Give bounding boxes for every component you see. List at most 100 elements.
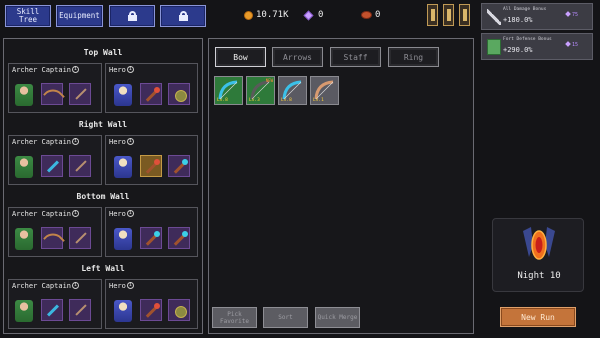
night-card: Night 10	[492, 218, 584, 292]
archer-slot[interactable]: Archer Captain i	[8, 207, 102, 257]
weapon-slot[interactable]	[41, 227, 63, 249]
info-icon[interactable]: i	[72, 282, 80, 289]
equipment-button[interactable]: Equipment	[56, 5, 103, 27]
tab-ring[interactable]: Ring	[388, 47, 439, 67]
info-icon[interactable]: i	[72, 138, 80, 145]
weapon-slot[interactable]	[41, 299, 63, 321]
bonus-value: +180.0%	[503, 16, 533, 24]
weapon-slot[interactable]	[41, 155, 63, 177]
bonus-card-defense[interactable]: Fort Defense Bonus +290.0% 15	[481, 33, 593, 60]
menu-button-1[interactable]	[427, 4, 438, 26]
weapon-slot[interactable]	[41, 83, 63, 105]
hero-unit-icon	[114, 156, 132, 178]
archer-label: Archer Captain i	[12, 282, 80, 290]
archer-slot[interactable]: Archer Captain i	[8, 135, 102, 185]
weapon-slot[interactable]	[140, 83, 162, 105]
skill-tree-button[interactable]: Skill Tree	[5, 5, 51, 27]
info-icon[interactable]: i	[72, 66, 80, 73]
coin-counter: 10.71K	[244, 10, 289, 20]
info-icon[interactable]: i	[126, 138, 134, 145]
info-icon[interactable]: i	[126, 282, 134, 289]
bonus-cost: 75	[565, 11, 578, 18]
inventory-item[interactable]: Lv.1	[310, 76, 339, 105]
bonus-value: +290.0%	[503, 46, 533, 54]
inventory-item[interactable]: Lv.8	[214, 76, 243, 105]
locked-button-2[interactable]	[160, 5, 206, 27]
level-badge: Lv.3	[249, 98, 260, 103]
hero-slot[interactable]: Hero i	[105, 279, 198, 329]
accessory-slot[interactable]	[168, 155, 190, 177]
meat-icon	[361, 11, 372, 19]
tab-staff[interactable]: Staff	[330, 47, 381, 67]
coin-icon	[244, 10, 253, 20]
bonus-cost: 15	[565, 41, 578, 48]
archer-slot[interactable]: Archer Captain i	[8, 279, 102, 329]
bonus-title: All Damage Bonus	[503, 7, 547, 12]
bonus-title: Fort Defense Bonus	[503, 37, 552, 42]
archer-label: Archer Captain i	[12, 66, 80, 74]
hero-unit-icon	[114, 84, 132, 106]
weapon-slot[interactable]	[140, 155, 162, 177]
hero-label: Hero i	[109, 138, 134, 146]
accessory-slot[interactable]	[168, 83, 190, 105]
hero-label: Hero i	[109, 282, 134, 290]
fort-icon	[487, 39, 501, 55]
quick-merge-button[interactable]: Quick Merge	[315, 307, 360, 328]
weapon-slot[interactable]	[140, 299, 162, 321]
portal-icon	[523, 227, 555, 260]
level-badge: Lv.1	[313, 98, 324, 103]
archer-unit-icon	[15, 156, 33, 178]
gem-counter: 0	[303, 10, 324, 20]
level-badge: Lv.8	[217, 98, 228, 103]
inventory-item[interactable]: Lv.8	[278, 76, 307, 105]
archer-label: Archer Captain i	[12, 210, 80, 218]
locked-button-1[interactable]	[109, 5, 155, 27]
coin-value: 10.71K	[256, 10, 289, 20]
meat-value: 0	[375, 10, 381, 20]
meat-counter: 0	[361, 10, 380, 20]
archer-unit-icon	[15, 84, 33, 106]
inventory-item[interactable]: NEW Lv.3	[246, 76, 275, 105]
hero-label: Hero i	[109, 210, 134, 218]
archer-unit-icon	[15, 228, 33, 250]
accessory-slot[interactable]	[168, 299, 190, 321]
hero-slot[interactable]: Hero i	[105, 207, 198, 257]
info-icon[interactable]: i	[72, 210, 80, 217]
hero-unit-icon	[114, 228, 132, 250]
game-screen: Skill Tree Equipment 10.71K 0 0 Top Wall…	[0, 0, 600, 338]
night-label: Night 10	[517, 271, 561, 281]
bonus-card-damage[interactable]: All Damage Bonus +180.0% 75	[481, 3, 593, 30]
wall-title: Right Wall	[78, 120, 128, 129]
ammo-slot[interactable]	[69, 83, 91, 105]
menu-button-2[interactable]	[443, 4, 454, 26]
lock-icon	[127, 11, 137, 21]
lock-icon	[178, 11, 188, 21]
menu-button-3[interactable]	[459, 4, 470, 26]
gem-value: 0	[318, 10, 324, 20]
level-badge: Lv.8	[281, 98, 292, 103]
ammo-slot[interactable]	[69, 227, 91, 249]
wall-title: Top Wall	[83, 48, 123, 57]
pick-favorite-button[interactable]: Pick Favorite	[212, 307, 257, 328]
ammo-slot[interactable]	[69, 155, 91, 177]
wall-title: Bottom Wall	[76, 192, 130, 201]
hero-slot[interactable]: Hero i	[105, 63, 198, 113]
accessory-slot[interactable]	[168, 227, 190, 249]
new-badge: NEW	[265, 78, 273, 83]
hero-unit-icon	[114, 300, 132, 322]
tab-bow[interactable]: Bow	[215, 47, 266, 67]
ammo-slot[interactable]	[69, 299, 91, 321]
weapon-slot[interactable]	[140, 227, 162, 249]
sort-button[interactable]: Sort	[263, 307, 308, 328]
wall-title: Left Wall	[81, 264, 125, 273]
sword-icon	[487, 9, 501, 25]
gem-icon	[303, 10, 314, 20]
archer-label: Archer Captain i	[12, 138, 80, 146]
new-run-button[interactable]: New Run	[500, 307, 576, 327]
info-icon[interactable]: i	[126, 210, 134, 217]
tab-arrows[interactable]: Arrows	[272, 47, 323, 67]
archer-unit-icon	[15, 300, 33, 322]
info-icon[interactable]: i	[126, 66, 134, 73]
hero-slot[interactable]: Hero i	[105, 135, 198, 185]
archer-slot[interactable]: Archer Captain i	[8, 63, 102, 113]
